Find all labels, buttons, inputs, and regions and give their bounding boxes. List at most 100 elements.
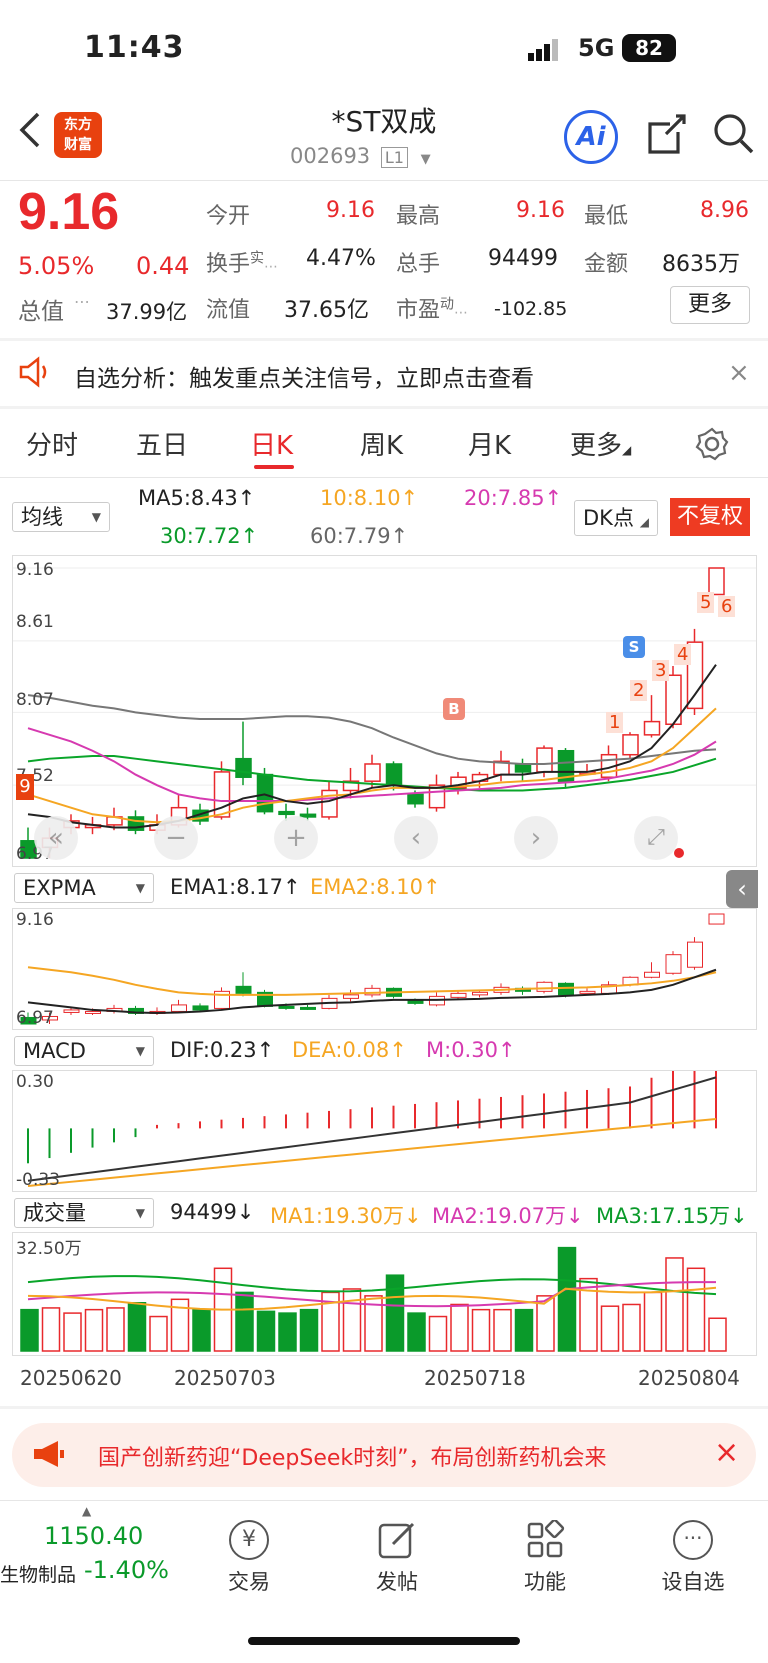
candle-body bbox=[256, 773, 274, 813]
amount-label: 金额 bbox=[584, 252, 629, 277]
pe-label[interactable]: 市盈动⋯ bbox=[396, 292, 468, 324]
candle-body bbox=[278, 1005, 295, 1009]
macd-y-bottom: -0.33 bbox=[16, 1170, 60, 1190]
expma-plot bbox=[20, 913, 725, 1025]
volume-bar bbox=[299, 1308, 319, 1352]
notice-text[interactable]: 自选分析：触发重点关注信号，立即点击查看 bbox=[74, 359, 534, 393]
close-icon[interactable]: × bbox=[728, 358, 750, 388]
expma-chart[interactable] bbox=[12, 908, 757, 1030]
post-button[interactable]: 发帖 bbox=[342, 1520, 452, 1596]
vol-y-top: 32.50万 bbox=[16, 1239, 82, 1259]
volume-bar bbox=[278, 1312, 297, 1352]
functions-button[interactable]: 功能 bbox=[490, 1518, 600, 1596]
stock-code-row[interactable]: 002693 L1 ▼ bbox=[290, 144, 431, 168]
ai-icon[interactable]: Ai bbox=[564, 110, 618, 164]
index-value[interactable]: 1150.40 bbox=[44, 1522, 143, 1550]
divider bbox=[0, 477, 768, 478]
scroll-left-icon[interactable]: ‹ bbox=[394, 816, 438, 860]
stock-code: 002693 bbox=[290, 144, 371, 168]
low-label: 最低 bbox=[584, 204, 629, 229]
float-label: 流值 bbox=[206, 298, 251, 323]
candle-body bbox=[558, 982, 574, 996]
candle-body bbox=[235, 985, 252, 994]
gear-icon[interactable] bbox=[694, 426, 730, 462]
share-icon[interactable] bbox=[646, 112, 688, 156]
promo-banner[interactable]: 国产创新药迎“DeepSeek时刻”，布局创新药机会来 × bbox=[12, 1423, 756, 1487]
index-name[interactable]: 生物制品 bbox=[0, 1560, 76, 1587]
trade-button[interactable]: ¥ 交易 bbox=[194, 1520, 304, 1596]
candle-body bbox=[278, 810, 295, 816]
index-change[interactable]: -1.40% bbox=[84, 1556, 169, 1584]
tab-intraday[interactable]: 分时 bbox=[26, 425, 78, 462]
ema1-label: EMA1:8.17↑ bbox=[170, 875, 301, 899]
pe-value: -102.85 bbox=[494, 298, 568, 320]
section-gap bbox=[0, 338, 768, 341]
tab-more[interactable]: 更多◢ bbox=[570, 425, 631, 462]
more-button[interactable]: 更多 bbox=[670, 286, 750, 324]
vol-ma2-label: MA2:19.07万↓ bbox=[432, 1204, 584, 1228]
scroll-left-fast-icon[interactable]: « bbox=[34, 816, 78, 860]
buy-signal[interactable]: B bbox=[443, 698, 465, 720]
volume-bar bbox=[407, 1312, 426, 1352]
open-label: 今开 bbox=[206, 204, 251, 229]
info-icon[interactable]: ⋯ bbox=[74, 292, 90, 311]
mktcap-value: 37.99亿 bbox=[106, 300, 188, 324]
candle-body bbox=[536, 981, 553, 992]
scroll-right-icon[interactable]: › bbox=[514, 816, 558, 860]
index-up-icon: ▲ bbox=[82, 1504, 92, 1518]
collapse-panel-icon[interactable]: ‹ bbox=[726, 870, 758, 908]
count-1: 1 bbox=[606, 712, 624, 733]
fullscreen-icon[interactable]: ⤢ bbox=[634, 816, 678, 860]
section-gap bbox=[0, 1406, 768, 1409]
unadjusted-button[interactable]: 不复权 bbox=[670, 498, 750, 536]
y-label-2: 8.61 bbox=[16, 612, 54, 632]
tab-five-day[interactable]: 五日 bbox=[136, 425, 188, 462]
volume-bar bbox=[686, 1267, 706, 1352]
new-dot-icon bbox=[674, 848, 684, 858]
macd-select[interactable]: MACD ▼ bbox=[14, 1036, 154, 1066]
macd-chart[interactable] bbox=[12, 1051, 757, 1192]
volume-select[interactable]: 成交量 ▼ bbox=[14, 1198, 154, 1228]
ma60-label: 60:7.79↑ bbox=[310, 524, 409, 548]
level-badge: L1 bbox=[380, 147, 408, 168]
sell-signal[interactable]: S bbox=[623, 636, 645, 658]
volume-bar bbox=[450, 1303, 469, 1352]
status-time: 11:43 bbox=[84, 30, 185, 65]
ma30-label: 30:7.72↑ bbox=[160, 524, 259, 548]
volume-chart[interactable] bbox=[12, 1232, 757, 1356]
volume-bar bbox=[665, 1257, 684, 1352]
ma-select[interactable]: 均线 ▼ bbox=[12, 502, 110, 532]
left-tag: 9 bbox=[16, 774, 34, 800]
dk-select[interactable]: DK点 ◢ bbox=[574, 500, 658, 536]
candle-body bbox=[300, 1006, 316, 1010]
vol-ma1-label: MA1:19.30万↓ bbox=[270, 1204, 422, 1228]
expma-select[interactable]: EXPMA ▼ bbox=[14, 873, 154, 903]
tab-weekly-k[interactable]: 周K bbox=[360, 425, 403, 462]
banner-text: 国产创新药迎“DeepSeek时刻”，布局创新药机会来 bbox=[98, 1446, 607, 1471]
volume-bar bbox=[643, 1291, 663, 1352]
tab-daily-k[interactable]: 日K bbox=[250, 425, 293, 462]
date-label-3: 20250718 bbox=[424, 1366, 526, 1390]
candle-body bbox=[85, 1010, 101, 1014]
turnover-label[interactable]: 换手实⋯ bbox=[206, 246, 278, 278]
candle-body bbox=[708, 913, 725, 925]
chevron-down-icon: ▼ bbox=[420, 152, 431, 167]
candle-body bbox=[472, 991, 488, 996]
candle-body bbox=[192, 1005, 209, 1011]
candle-body bbox=[450, 992, 467, 998]
volume-bar bbox=[106, 1307, 125, 1352]
edit-icon bbox=[377, 1520, 417, 1560]
banner-close-icon[interactable]: × bbox=[714, 1435, 739, 1470]
tab-monthly-k[interactable]: 月K bbox=[468, 425, 511, 462]
m-label: M:0.30↑ bbox=[426, 1038, 516, 1062]
candle-body bbox=[708, 567, 725, 596]
volume-value: 94499 bbox=[488, 246, 558, 271]
add-watchlist-button[interactable]: ··· 设自选 bbox=[638, 1520, 748, 1596]
candle-body bbox=[687, 941, 703, 968]
volume-bar bbox=[192, 1308, 211, 1352]
count-4: 4 bbox=[674, 644, 692, 665]
y-label-top: 9.16 bbox=[16, 560, 54, 580]
zoom-out-icon[interactable]: − bbox=[154, 816, 198, 860]
search-icon[interactable] bbox=[712, 112, 756, 156]
zoom-in-icon[interactable]: + bbox=[274, 816, 318, 860]
